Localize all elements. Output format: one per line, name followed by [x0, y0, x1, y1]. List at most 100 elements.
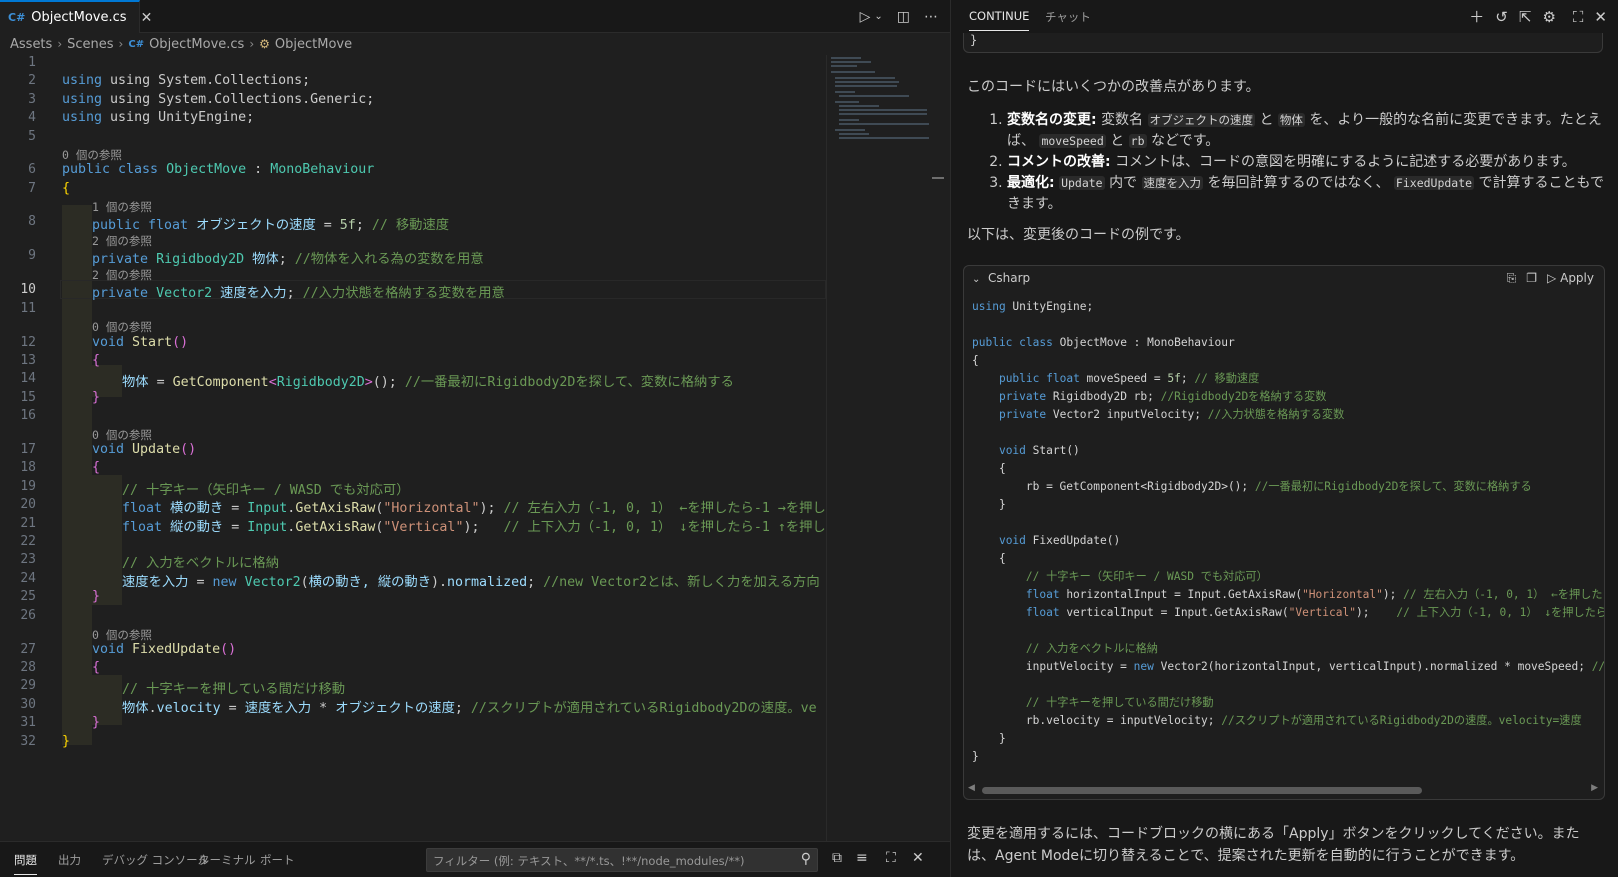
codelens-references[interactable]: 1 個の参照: [92, 199, 152, 215]
editor-tab-objectmove[interactable]: C# ObjectMove.cs ✕: [0, 0, 152, 33]
message-intro: このコードにはいくつかの改善点があります。: [967, 79, 1260, 95]
tab-chat[interactable]: チャット: [1045, 9, 1091, 25]
code-comment: //一番最初にRigidbody2Dを探して、変数に格納する: [404, 375, 734, 390]
view-as-tree-icon[interactable]: ≡: [856, 850, 868, 866]
item-text: 変数名: [1101, 112, 1144, 128]
codelens-references[interactable]: 0 個の参照: [62, 147, 122, 163]
keyword-using: using: [62, 92, 103, 107]
code-line: public class ObjectMove : MonoBehaviour: [62, 162, 375, 177]
scroll-left-icon[interactable]: ◀: [968, 783, 975, 793]
method-name: Start: [132, 335, 173, 350]
inline-code: 速度を入力: [1141, 176, 1204, 190]
scroll-right-icon[interactable]: ▶: [1591, 783, 1598, 793]
breadcrumb-scenes[interactable]: Scenes: [67, 37, 113, 52]
scrollbar-thumb[interactable]: [982, 787, 1422, 794]
code-text: }: [970, 33, 978, 47]
code-line: }: [92, 390, 101, 405]
code-line: }: [92, 589, 101, 604]
inline-code: オブジェクトの速度: [1147, 113, 1256, 127]
code-block-language[interactable]: ⌄ Csharp: [972, 271, 1030, 285]
line-number: 4: [28, 110, 36, 125]
code-area[interactable]: 1 2 3 4 5 6 7 8 9 10 11 12 13 14 15 16 1…: [0, 55, 826, 841]
code-comment: //入力状態を格納する変数を用意: [302, 286, 505, 301]
line-number: 7: [28, 181, 36, 196]
item-text: コメントは、コードの意図を明確にするように記述する必要があります。: [1115, 154, 1576, 170]
fullscreen-icon[interactable]: ⛶: [1573, 8, 1584, 26]
inline-code: rb: [1128, 134, 1147, 148]
editor-actions: ▷ ⌄ ◫ ⋯: [860, 0, 938, 33]
line-number: 5: [28, 129, 36, 144]
collapse-all-icon[interactable]: ⧉: [832, 850, 842, 866]
line-number: 23: [20, 552, 36, 567]
close-tab-icon[interactable]: ✕: [141, 10, 153, 26]
apply-button[interactable]: ▷ Apply: [1547, 271, 1594, 286]
filter-icon[interactable]: ⚲: [801, 851, 811, 867]
code-line: void FixedUpdate(): [998, 534, 1121, 547]
codelens-references[interactable]: 2 個の参照: [92, 233, 152, 249]
split-editor-icon[interactable]: ◫: [897, 9, 910, 25]
run-icon[interactable]: ▷: [860, 9, 871, 25]
horizontal-scrollbar[interactable]: ◀ ▶: [968, 783, 1598, 795]
gear-icon[interactable]: ⚙: [1542, 8, 1555, 26]
codelens-references[interactable]: 2 個の参照: [92, 267, 152, 283]
code-comment: // 十字キーを押している間だけ移動: [122, 682, 346, 697]
open-in-editor-icon[interactable]: ⇱: [1519, 8, 1532, 26]
run-dropdown-icon[interactable]: ⌄: [874, 11, 882, 22]
keyword-using: using: [62, 110, 103, 125]
insert-icon[interactable]: ⎘: [1507, 271, 1517, 286]
csharp-file-icon: C#: [128, 38, 145, 50]
tab-terminal[interactable]: ターミナル: [198, 852, 256, 868]
breadcrumb-class[interactable]: ObjectMove: [275, 37, 352, 52]
line-number: 14: [20, 371, 36, 386]
breadcrumb-file[interactable]: ObjectMove.cs: [149, 37, 244, 52]
code-line: void Start(): [92, 335, 189, 350]
tab-output[interactable]: 出力: [58, 852, 81, 868]
close-icon[interactable]: ✕: [1594, 8, 1607, 26]
line-number: 13: [20, 353, 36, 368]
line-number: 24: [20, 571, 36, 586]
line-number: 31: [20, 715, 36, 730]
tab-debug-console[interactable]: デバッグ コンソール: [102, 852, 209, 868]
play-icon: ▷: [1547, 271, 1557, 285]
scroll-position-marker: [932, 177, 944, 179]
method-name: Update: [132, 442, 181, 457]
list-item: コメントの改善: コメントは、コードの意図を明確にするように記述する必要がありま…: [1007, 152, 1607, 173]
item-text: と: [1259, 112, 1274, 128]
vertical-scrollbar[interactable]: [930, 55, 944, 841]
code-line: private Vector2 速度を入力; //入力状態を格納する変数を用意: [92, 286, 505, 301]
line-number: 18: [20, 460, 36, 475]
more-actions-icon[interactable]: ⋯: [924, 9, 938, 25]
code-text: using System.Collections;: [110, 73, 311, 88]
codelens-references[interactable]: 0 個の参照: [92, 627, 152, 643]
code-line: float 縦の動き = Input.GetAxisRaw("Vertical"…: [122, 516, 826, 535]
close-panel-icon[interactable]: ✕: [912, 850, 924, 866]
method-name: GetComponent: [172, 375, 269, 390]
code-block-content[interactable]: using UnityEngine; public class ObjectMo…: [972, 298, 1604, 766]
line-number: 12: [20, 335, 36, 350]
new-chat-icon[interactable]: ＋: [1469, 6, 1484, 27]
codelens-references[interactable]: 0 個の参照: [92, 319, 152, 335]
codelens-references[interactable]: 0 個の参照: [92, 427, 152, 443]
copy-icon[interactable]: ❐: [1526, 271, 1537, 286]
maximize-panel-icon[interactable]: ⛶: [886, 850, 896, 866]
minimap[interactable]: [826, 55, 930, 841]
tab-problems[interactable]: 問題: [14, 852, 37, 875]
tab-ports[interactable]: ポート: [260, 852, 295, 868]
tab-continue[interactable]: CONTINUE: [969, 9, 1030, 31]
code-line: private Rigidbody2D rb; //Rigidbody2Dを格納…: [998, 390, 1327, 403]
history-icon[interactable]: ↺: [1495, 8, 1508, 26]
breadcrumb-assets[interactable]: Assets: [10, 37, 52, 52]
code-line: using using System.Collections;: [62, 73, 310, 88]
chevron-right-icon: ›: [249, 37, 255, 51]
code-line: // 入力をベクトルに格納: [122, 552, 279, 571]
line-number: 26: [20, 608, 36, 623]
inline-code: moveSpeed: [1039, 134, 1106, 148]
variable-name: 物体: [122, 375, 149, 390]
method-name: FixedUpdate: [132, 642, 221, 657]
string-literal: "Vertical": [383, 520, 464, 535]
type-name: Rigidbody2D: [156, 252, 245, 267]
problems-filter-input[interactable]: フィルター (例: テキスト、**/*.ts、!**/node_modules/…: [426, 848, 818, 872]
line-number: 1: [28, 55, 36, 70]
